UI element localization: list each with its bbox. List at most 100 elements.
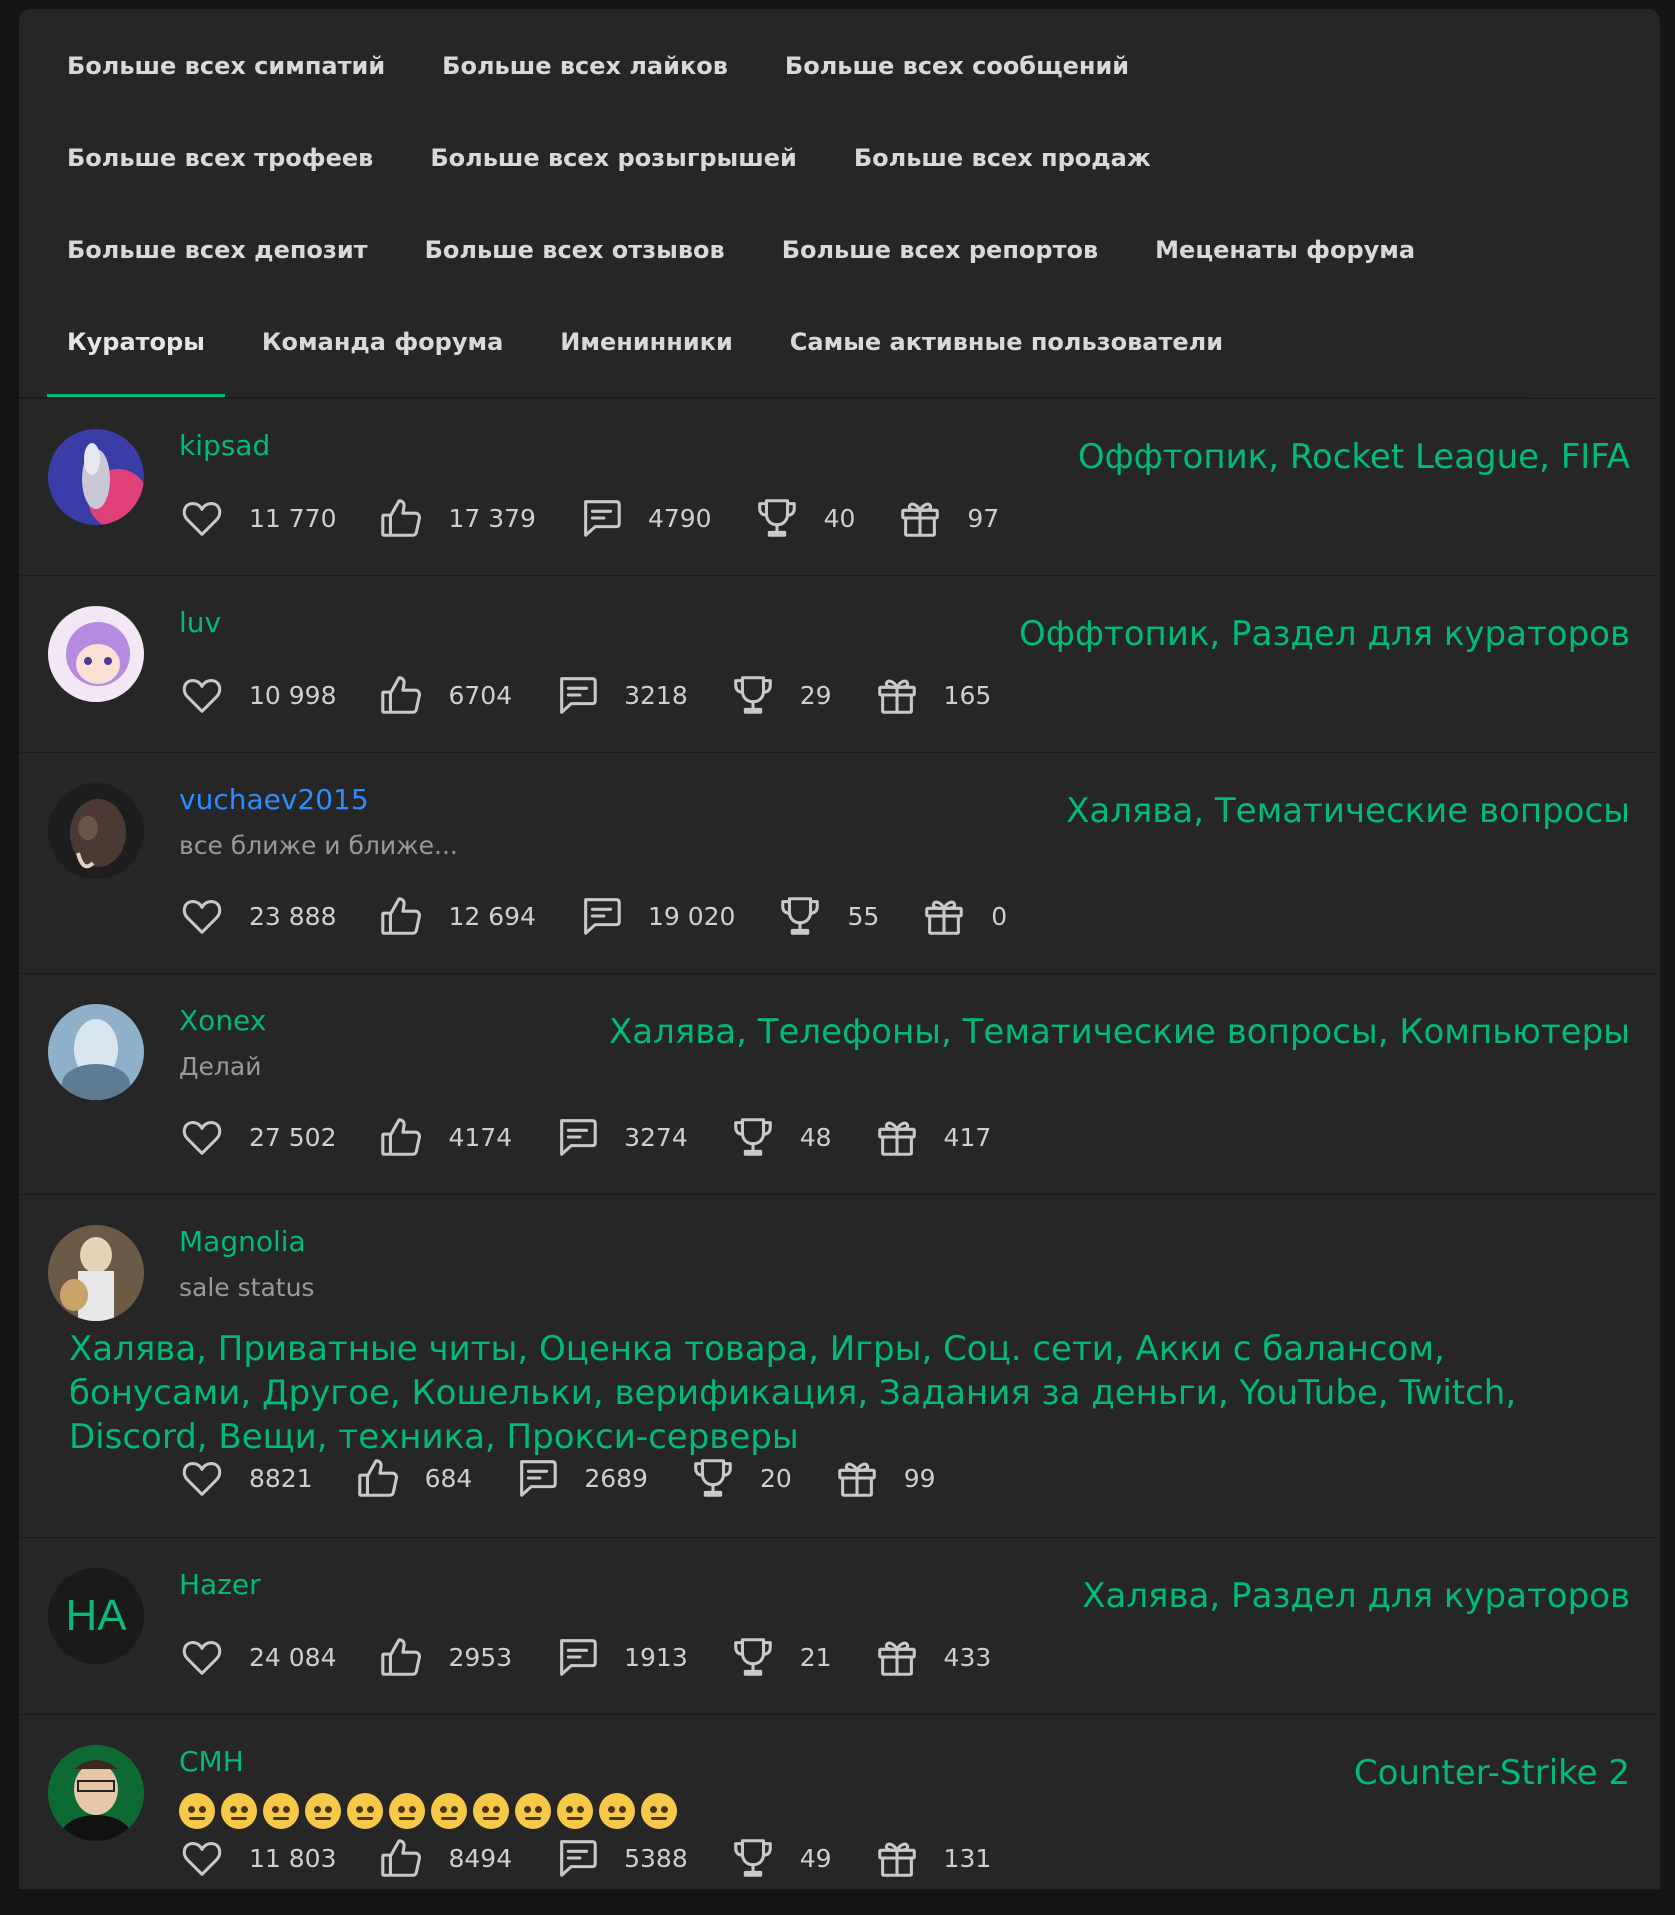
stat-value: 1913 bbox=[624, 1642, 688, 1672]
heart-icon bbox=[179, 1114, 225, 1160]
avatar-initials: HA bbox=[65, 1591, 127, 1640]
stat-value: 55 bbox=[847, 901, 880, 931]
stat-value: 23 888 bbox=[249, 901, 337, 931]
tab-most-reviews[interactable]: Больше всех отзывов bbox=[405, 213, 745, 305]
raised-eyebrow-emoji-icon bbox=[599, 1793, 635, 1829]
stat-value: 99 bbox=[903, 1463, 936, 1493]
status-emoji-row bbox=[179, 1793, 683, 1829]
heart-icon bbox=[179, 893, 225, 939]
curators-panel: Больше всех симпатий Больше всех лайков … bbox=[19, 9, 1660, 1889]
stat-value: 12 694 bbox=[448, 901, 536, 931]
curator-row: kipsad Оффтопик, Rocket League, FIFA 11 77… bbox=[19, 398, 1660, 575]
avatar[interactable] bbox=[48, 1745, 144, 1841]
raised-eyebrow-emoji-icon bbox=[221, 1793, 257, 1829]
tab-most-giveaways[interactable]: Больше всех розыгрышей bbox=[410, 121, 817, 213]
stat-sympathies: 24 084 bbox=[179, 1634, 336, 1680]
stat-value: 11 770 bbox=[249, 503, 337, 533]
stat-trophies: 48 bbox=[730, 1114, 832, 1160]
tab-most-active-users[interactable]: Самые активные пользователи bbox=[770, 305, 1243, 397]
tab-patrons[interactable]: Меценаты форума bbox=[1135, 213, 1435, 305]
stat-trophies: 55 bbox=[777, 893, 879, 939]
stat-value: 48 bbox=[799, 1122, 832, 1152]
username-link[interactable]: Xonex bbox=[179, 1004, 266, 1037]
stat-value: 49 bbox=[799, 1843, 832, 1873]
stat-value: 11 803 bbox=[249, 1843, 337, 1873]
stat-giveaways: 99 bbox=[834, 1455, 936, 1501]
username-link[interactable]: luv bbox=[179, 606, 221, 639]
stat-value: 2953 bbox=[448, 1642, 513, 1672]
tab-curators[interactable]: Кураторы bbox=[47, 305, 225, 397]
stat-value: 29 bbox=[799, 680, 832, 710]
avatar[interactable] bbox=[48, 783, 144, 879]
stat-trophies: 49 bbox=[730, 1835, 832, 1881]
avatar[interactable] bbox=[48, 1225, 144, 1321]
gift-icon bbox=[874, 672, 920, 718]
tab-birthdays[interactable]: Именинники bbox=[540, 305, 752, 397]
raised-eyebrow-emoji-icon bbox=[473, 1793, 509, 1829]
trophy-icon bbox=[777, 893, 823, 939]
message-icon bbox=[554, 1634, 600, 1680]
stat-sympathies: 8821 bbox=[179, 1455, 313, 1501]
stat-value: 4790 bbox=[647, 503, 712, 533]
stat-value: 684 bbox=[424, 1463, 473, 1493]
tab-most-deposit[interactable]: Больше всех депозит bbox=[47, 213, 388, 305]
user-stats: 10 998 6704 3218 29 165 bbox=[179, 672, 1033, 718]
curated-sections: Халява, Раздел для кураторов bbox=[1082, 1576, 1630, 1616]
curated-sections: Халява, Приватные читы, Оценка товара, И… bbox=[69, 1329, 1517, 1457]
raised-eyebrow-emoji-icon bbox=[347, 1793, 383, 1829]
avatar[interactable] bbox=[48, 606, 144, 702]
username-link[interactable]: СМН bbox=[179, 1745, 244, 1778]
stat-giveaways: 417 bbox=[874, 1114, 991, 1160]
stat-messages: 5388 bbox=[554, 1835, 688, 1881]
username-link[interactable]: vuchaev2015 bbox=[179, 783, 369, 816]
stat-value: 4174 bbox=[448, 1122, 513, 1152]
user-stats: 27 502 4174 3274 48 417 bbox=[179, 1114, 1033, 1160]
avatar[interactable] bbox=[48, 1004, 144, 1100]
user-status: все ближе и ближе... bbox=[179, 831, 458, 860]
avatar[interactable] bbox=[48, 429, 144, 525]
tab-most-messages[interactable]: Больше всех сообщений bbox=[765, 29, 1149, 121]
stat-giveaways: 0 bbox=[921, 893, 1007, 939]
stat-value: 3274 bbox=[624, 1122, 688, 1152]
stat-trophies: 20 bbox=[690, 1455, 792, 1501]
stat-trophies: 21 bbox=[730, 1634, 832, 1680]
tab-most-sales[interactable]: Больше всех продаж bbox=[834, 121, 1171, 213]
stat-likes: 684 bbox=[355, 1455, 473, 1501]
thumbs-up-icon bbox=[378, 893, 424, 939]
trophy-icon bbox=[730, 672, 776, 718]
curator-row: luv Оффтопик, Раздел для кураторов 10 998 6… bbox=[19, 575, 1660, 752]
tab-most-likes[interactable]: Больше всех лайков bbox=[422, 29, 748, 121]
tab-forum-team[interactable]: Команда форума bbox=[242, 305, 523, 397]
stat-value: 27 502 bbox=[249, 1122, 337, 1152]
stat-messages: 4790 bbox=[578, 495, 712, 541]
raised-eyebrow-emoji-icon bbox=[641, 1793, 677, 1829]
stat-value: 3218 bbox=[624, 680, 688, 710]
tab-most-trophies[interactable]: Больше всех трофеев bbox=[47, 121, 393, 213]
thumbs-up-icon bbox=[355, 1455, 401, 1501]
stat-value: 165 bbox=[943, 680, 992, 710]
thumbs-up-icon bbox=[378, 1114, 424, 1160]
stat-likes: 17 379 bbox=[378, 495, 536, 541]
tab-most-reports[interactable]: Больше всех репортов bbox=[762, 213, 1118, 305]
message-icon bbox=[578, 893, 624, 939]
avatar[interactable]: HA bbox=[48, 1568, 144, 1664]
user-status: Делай bbox=[179, 1052, 262, 1081]
stat-value: 40 bbox=[823, 503, 856, 533]
tab-most-sympathies[interactable]: Больше всех симпатий bbox=[47, 29, 405, 121]
stat-value: 24 084 bbox=[249, 1642, 337, 1672]
stat-value: 19 020 bbox=[647, 901, 736, 931]
stat-sympathies: 10 998 bbox=[179, 672, 336, 718]
stat-likes: 8494 bbox=[378, 1835, 512, 1881]
thumbs-up-icon bbox=[378, 1634, 424, 1680]
stat-messages: 1913 bbox=[554, 1634, 688, 1680]
trophy-icon bbox=[690, 1455, 736, 1501]
heart-icon bbox=[179, 1455, 225, 1501]
stat-value: 5388 bbox=[624, 1843, 688, 1873]
thumbs-up-icon bbox=[378, 1835, 424, 1881]
user-stats: 8821 684 2689 20 99 bbox=[179, 1455, 978, 1501]
username-link[interactable]: kipsad bbox=[179, 429, 270, 462]
raised-eyebrow-emoji-icon bbox=[179, 1793, 215, 1829]
username-link[interactable]: Hazer bbox=[179, 1568, 261, 1601]
leaderboard-tabs: Больше всех симпатий Больше всех лайков … bbox=[19, 9, 1527, 398]
username-link[interactable]: Magnolia bbox=[179, 1225, 306, 1258]
